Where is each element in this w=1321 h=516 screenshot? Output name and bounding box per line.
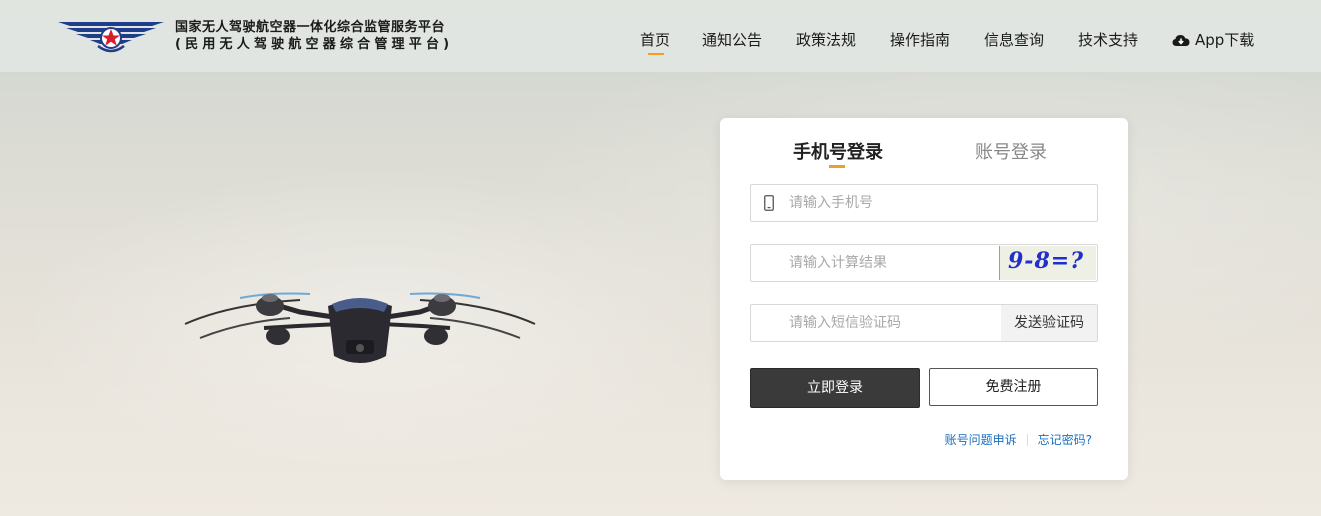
tab-account-login[interactable]: 账号登录 [975, 138, 1047, 164]
nav-item-home[interactable]: 首页 [640, 29, 671, 55]
account-appeal-link[interactable]: 账号问题申诉 [945, 433, 1017, 447]
cloud-download-icon [1172, 35, 1190, 46]
mobile-phone-icon [764, 195, 774, 211]
tab-phone-login[interactable]: 手机号登录 [793, 138, 883, 164]
platform-title-line1: 国家无人驾驶航空器一体化综合监管服务平台 [175, 20, 446, 35]
nav-item-support[interactable]: 技术支持 [1078, 29, 1138, 50]
login-card: 手机号登录 账号登录 9-8=? 发送验证码 立即登录 免费注册 账号问题申诉 忘… [720, 118, 1128, 480]
nav-item-label: 首页 [640, 31, 671, 49]
phone-field [750, 184, 1098, 222]
platform-title: 国家无人驾驶航空器一体化综合监管服务平台 (民用无人驾驶航空器综合管理平台) [175, 19, 453, 53]
nav-active-indicator [648, 53, 664, 55]
app-download-label: App下载 [1195, 31, 1255, 49]
calc-field: 9-8=? [750, 244, 1098, 282]
help-links: 账号问题申诉 忘记密码? [945, 431, 1092, 448]
captcha-image[interactable]: 9-8=? [999, 246, 1096, 280]
top-header: 国家无人驾驶航空器一体化综合监管服务平台 (民用无人驾驶航空器综合管理平台) 首… [0, 0, 1321, 72]
nav-item-guide[interactable]: 操作指南 [890, 29, 950, 50]
link-divider [1026, 434, 1028, 446]
calc-result-input[interactable] [789, 245, 989, 281]
tab-active-indicator [829, 165, 845, 168]
nav-item-app-download[interactable]: App下载 [1172, 29, 1254, 50]
captcha-text: 9-8=? [1008, 248, 1085, 274]
nav-item-query[interactable]: 信息查询 [984, 29, 1044, 50]
phone-input[interactable] [789, 185, 1079, 221]
nav-item-notices[interactable]: 通知公告 [702, 29, 762, 50]
send-code-button[interactable]: 发送验证码 [1001, 305, 1097, 341]
login-button[interactable]: 立即登录 [750, 368, 920, 408]
drone-image [184, 292, 536, 363]
register-button[interactable]: 免费注册 [929, 368, 1098, 406]
platform-title-line2: (民用无人驾驶航空器综合管理平台) [175, 37, 454, 52]
sms-field: 发送验证码 [750, 304, 1098, 342]
caac-logo-icon [58, 22, 164, 53]
forgot-password-link[interactable]: 忘记密码? [1038, 433, 1092, 447]
sms-code-input[interactable] [789, 305, 989, 341]
nav-item-policies[interactable]: 政策法规 [796, 29, 856, 50]
